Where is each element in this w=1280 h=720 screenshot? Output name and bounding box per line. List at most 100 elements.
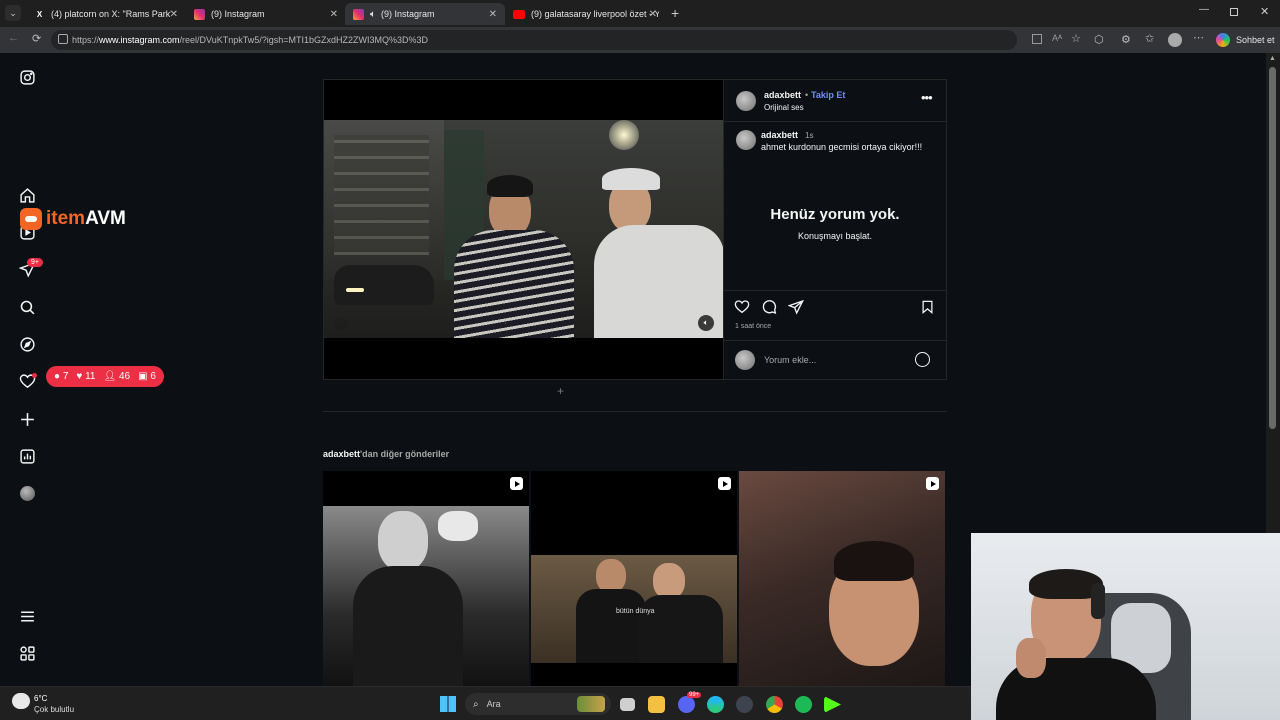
current-user-avatar xyxy=(735,350,755,370)
comment-input[interactable]: Yorum ekle... xyxy=(764,355,816,365)
close-window-icon[interactable]: ✕ xyxy=(1260,5,1269,18)
close-tab-icon[interactable]: ✕ xyxy=(649,9,657,20)
video-frame: · 🔈︎ xyxy=(324,120,723,338)
reel-icon xyxy=(926,477,939,490)
maximize-icon[interactable] xyxy=(1230,8,1238,16)
contact-count: ▣ 6 xyxy=(138,371,156,382)
new-tab-icon[interactable]: + xyxy=(671,5,679,21)
instagram-logo-icon[interactable] xyxy=(18,68,36,86)
discord-icon[interactable] xyxy=(678,696,695,713)
edge-icon[interactable] xyxy=(707,696,724,713)
file-explorer-icon[interactable] xyxy=(648,696,665,713)
home-icon[interactable] xyxy=(18,186,36,204)
tab-instagram-1[interactable]: (9) Instagram ✕ xyxy=(186,3,346,25)
comment-bar: Yorum ekle... xyxy=(724,340,946,379)
favorites-icon[interactable]: ✩ xyxy=(1145,32,1154,45)
tab-title: (4) platcorn on X: "Rams Park'ta c xyxy=(51,9,171,19)
copilot-label[interactable]: Sohbet et xyxy=(1236,35,1275,45)
reading-view-icon[interactable] xyxy=(1032,34,1042,44)
url-prefix: https:// xyxy=(72,35,100,45)
save-bookmark-icon[interactable] xyxy=(920,299,935,320)
also-from-meta-icon[interactable] xyxy=(18,644,36,662)
spotify-icon[interactable] xyxy=(795,696,812,713)
gamepad-icon xyxy=(20,208,42,230)
chrome-icon[interactable] xyxy=(766,696,783,713)
copilot-icon[interactable] xyxy=(1216,33,1230,47)
steam-icon[interactable] xyxy=(736,696,753,713)
follow-button[interactable]: Takip Et xyxy=(811,90,845,100)
extensions-icon[interactable]: ⬡ xyxy=(1094,33,1104,46)
activity-stats-pill[interactable]: ●︎ 7 ♥︎ 11 👤︎ 46 ▣ 6 xyxy=(46,366,164,387)
weather-icon[interactable] xyxy=(12,693,30,709)
dashboard-icon[interactable] xyxy=(18,447,36,465)
author-avatar[interactable] xyxy=(736,91,756,111)
refresh-icon[interactable]: ⟳ xyxy=(32,32,41,45)
more-menu-icon[interactable]: ⋯ xyxy=(1193,31,1204,44)
search-icon[interactable] xyxy=(18,298,36,316)
user-tag-icon[interactable] xyxy=(334,317,348,331)
tab-actions-chevron-icon[interactable]: ⌄ xyxy=(5,5,21,21)
grid-post[interactable]: bütün dünya xyxy=(531,471,737,686)
more-posts-grid: bütün dünya xyxy=(323,471,947,686)
grid-post[interactable] xyxy=(323,471,529,686)
url-path: /reel/DVuKTnpkTw5/?igsh=MTI1bGZxdHZ2ZWI3… xyxy=(179,35,429,45)
brand-item: item xyxy=(46,208,86,229)
tab-youtube[interactable]: (9) galatasaray liverpool özet - You ✕ xyxy=(505,3,665,25)
comment-icon[interactable] xyxy=(761,299,777,320)
comment-icon: ●︎ xyxy=(54,371,61,382)
caption-time: 1s xyxy=(805,131,814,140)
instagram-icon xyxy=(353,8,364,20)
profile-avatar[interactable] xyxy=(1168,33,1182,47)
no-comments-subtitle: Konuşmayı başlat. xyxy=(797,231,873,241)
grid-post[interactable] xyxy=(739,471,945,686)
scroll-up-icon[interactable]: ▲ xyxy=(1269,55,1276,62)
close-tab-icon[interactable]: ✕ xyxy=(489,9,497,20)
caption-username[interactable]: adaxbett xyxy=(761,130,798,140)
volume-icon[interactable]: 🔈︎ xyxy=(698,315,714,331)
taskbar-search[interactable]: ⌕ Ara xyxy=(465,693,611,715)
create-plus-icon[interactable] xyxy=(18,410,36,428)
caption-avatar[interactable] xyxy=(736,130,756,150)
minimize-icon[interactable]: — xyxy=(1199,4,1209,15)
person-icon: 👤︎ xyxy=(103,371,117,382)
discord-badge: 99+ xyxy=(687,692,702,698)
profile-avatar[interactable] xyxy=(18,484,36,502)
reel-post: · 🔈︎ adaxbett • Takip Et Orijinal ses ••… xyxy=(323,79,947,380)
brand-avm: AVM xyxy=(85,208,126,229)
tab-instagram-active[interactable]: 🔈︎ (9) Instagram ✕ xyxy=(345,3,505,25)
post-header: adaxbett • Takip Et Orijinal ses ••• xyxy=(724,80,946,122)
author-username[interactable]: adaxbett xyxy=(764,90,801,100)
kick-icon[interactable] xyxy=(824,696,841,713)
site-info-icon[interactable] xyxy=(58,34,68,44)
url-field[interactable]: https://www.instagram.com/reel/DVuKTnpkT… xyxy=(51,30,1081,50)
like-icon[interactable] xyxy=(734,299,750,320)
reel-video[interactable]: · 🔈︎ xyxy=(324,80,723,379)
tab-x-platcorn[interactable]: X (4) platcorn on X: "Rams Park'ta c ✕ xyxy=(26,3,186,25)
search-icon: ⌕ xyxy=(473,698,479,710)
emoji-icon[interactable] xyxy=(915,352,930,367)
menu-hamburger-icon[interactable] xyxy=(18,607,36,625)
read-aloud-icon[interactable]: Aᴬ xyxy=(1052,33,1062,43)
close-tab-icon[interactable]: ✕ xyxy=(330,9,338,20)
more-options-icon[interactable]: ••• xyxy=(921,90,933,105)
speaker-icon[interactable]: 🔈︎ xyxy=(370,9,376,20)
favorite-star-icon[interactable]: ☆ xyxy=(1071,32,1081,45)
more-posts-user[interactable]: adaxbett xyxy=(323,449,360,459)
share-icon[interactable] xyxy=(787,299,804,320)
browser-address-bar: ← ⟳ https://www.instagram.com/reel/DVuKT… xyxy=(0,27,1280,53)
weather-temp[interactable]: 6°C xyxy=(34,694,47,703)
browser-essentials-icon[interactable]: ⚙︎ xyxy=(1121,33,1131,46)
audio-label[interactable]: Orijinal ses xyxy=(764,103,804,112)
explore-icon[interactable] xyxy=(18,335,36,353)
scrollbar-thumb[interactable] xyxy=(1269,67,1276,429)
browser-tab-bar: ⌄ X (4) platcorn on X: "Rams Park'ta c ✕… xyxy=(0,0,1280,27)
itemavm-logo: item AVM xyxy=(20,208,126,230)
tab-title: (9) Instagram xyxy=(211,9,265,19)
back-icon[interactable]: ← xyxy=(8,32,19,44)
start-windows-icon[interactable] xyxy=(440,696,456,712)
url-host: www.instagram.com xyxy=(99,35,180,45)
tab-title: (9) galatasaray liverpool özet - You xyxy=(531,9,659,19)
task-view-icon[interactable] xyxy=(620,698,635,711)
section-divider xyxy=(323,411,947,412)
close-tab-icon[interactable]: ✕ xyxy=(170,9,178,20)
